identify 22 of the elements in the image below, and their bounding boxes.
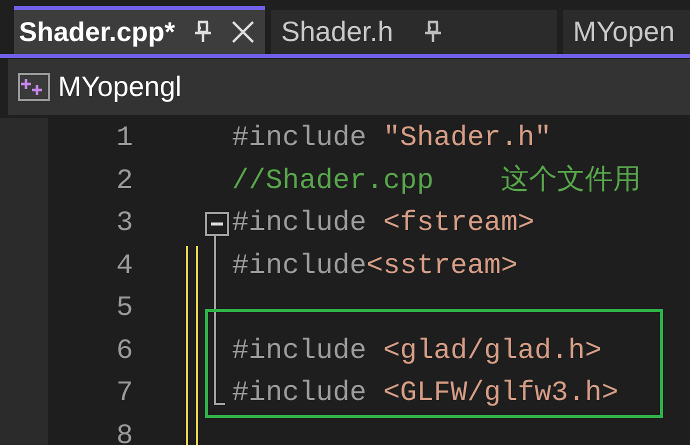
line-number: 7 xyxy=(115,380,133,408)
line-number: 3 xyxy=(115,210,133,238)
line-number: 4 xyxy=(115,252,133,281)
line-number: 2 xyxy=(115,168,133,196)
collapse-icon[interactable] xyxy=(205,212,229,236)
line-number: 1 xyxy=(115,125,133,154)
line-number: 8 xyxy=(115,422,133,445)
project-name[interactable]: MYopengl xyxy=(58,66,182,108)
file-tab[interactable]: Shader.cpp* xyxy=(14,6,266,54)
code-line: #include<sstream> xyxy=(232,252,518,281)
pin-icon[interactable] xyxy=(193,20,214,44)
code-line: #include "Shader.h" xyxy=(232,125,552,154)
file-tab[interactable]: MYopen xyxy=(563,10,690,54)
line-number: 6 xyxy=(115,338,133,366)
code-line: #include <fstream> xyxy=(232,210,534,238)
code-line: #include <GLFW/glfw3.h> xyxy=(232,380,618,408)
file-tab[interactable]: Shader.h xyxy=(271,10,557,54)
line-number: 5 xyxy=(115,295,133,324)
pin-icon[interactable] xyxy=(423,20,444,44)
project-icon xyxy=(18,73,50,101)
close-icon[interactable] xyxy=(231,20,256,44)
code-line: #include <glad/glad.h> xyxy=(232,338,602,366)
